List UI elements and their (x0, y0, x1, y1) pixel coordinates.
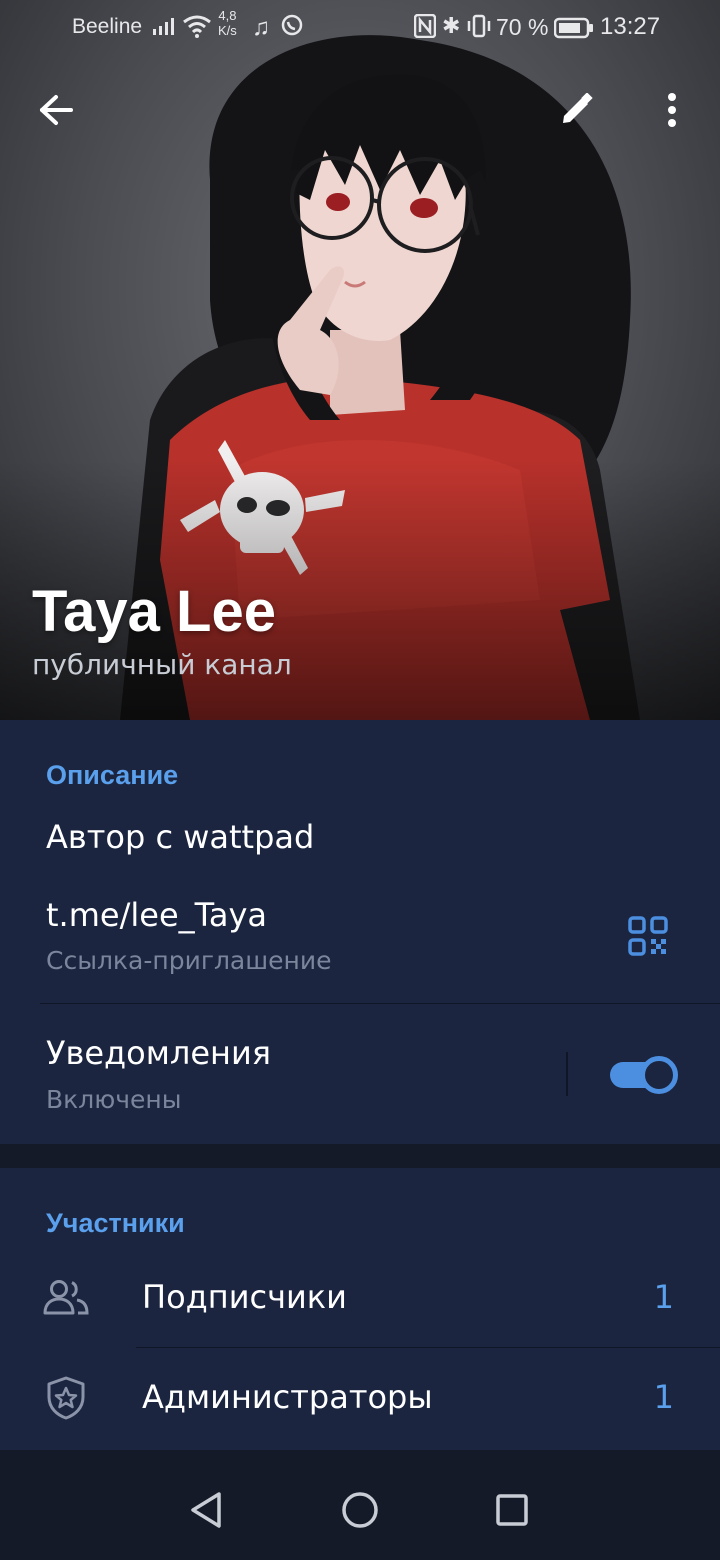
divider (40, 1003, 720, 1004)
more-options-button[interactable] (644, 82, 700, 138)
subscribers-label: Подписчики (142, 1278, 347, 1316)
toggle-knob (640, 1056, 678, 1094)
wifi-icon (182, 14, 212, 44)
whatsapp-icon (281, 14, 303, 42)
notifications-label[interactable]: Уведомления (46, 1034, 271, 1072)
battery-icon (553, 17, 594, 45)
nav-back-button[interactable] (176, 1480, 236, 1540)
channel-type-label: публичный канал (32, 648, 292, 681)
administrators-row[interactable]: Администраторы 1 (0, 1350, 720, 1446)
invite-link[interactable]: t.me/lee_Taya (46, 896, 267, 934)
qr-code-icon (628, 916, 668, 956)
profile-cover: Beeline 4,8 K/s ♫ ✱ 70 % 13:27 Taya Lee … (0, 0, 720, 720)
triangle-back-icon (191, 1492, 221, 1528)
notifications-toggle[interactable] (610, 1056, 678, 1094)
subscribers-row[interactable]: Подписчики 1 (0, 1250, 720, 1346)
signal-icon (152, 16, 176, 42)
divider (136, 1347, 720, 1348)
bluetooth-icon: ✱ (442, 13, 461, 38)
channel-title: Taya Lee (32, 579, 276, 644)
nav-recents-button[interactable] (482, 1480, 542, 1540)
vibrate-icon (466, 14, 492, 44)
section-gap (0, 1144, 720, 1168)
back-button[interactable] (28, 82, 84, 138)
members-section: Участники Подписчики 1 Администраторы 1 (0, 1168, 720, 1450)
shield-star-icon (40, 1372, 92, 1424)
clock: 13:27 (600, 13, 661, 40)
square-recents-icon (496, 1494, 528, 1526)
channel-description[interactable]: Автор с wattpad (46, 818, 314, 856)
invite-link-caption: Ссылка-приглашение (46, 946, 332, 975)
network-speed-unit: K/s (218, 23, 237, 38)
carrier-name: Beeline (72, 15, 143, 38)
network-speed: 4,8 K/s (218, 8, 237, 38)
description-section-title: Описание (46, 760, 179, 790)
status-bar: Beeline 4,8 K/s ♫ ✱ 70 % 13:27 (0, 0, 720, 56)
administrators-label: Администраторы (142, 1378, 433, 1416)
notifications-state: Включены (46, 1085, 182, 1114)
edit-button[interactable] (548, 82, 604, 138)
administrators-count: 1 (653, 1378, 674, 1416)
pencil-icon (563, 93, 593, 123)
circle-home-icon (342, 1492, 378, 1528)
nfc-icon (413, 13, 437, 44)
subscribers-count: 1 (653, 1278, 674, 1316)
notifications-separator (566, 1052, 568, 1096)
dots-vertical-icon (668, 93, 676, 127)
music-icon: ♫ (252, 14, 270, 41)
system-navigation-bar (0, 1450, 720, 1560)
channel-info-section: Описание Автор с wattpad t.me/lee_Taya С… (0, 720, 720, 1144)
arrow-left-icon (40, 95, 73, 125)
members-section-title: Участники (46, 1208, 185, 1238)
network-speed-value: 4,8 (218, 8, 237, 23)
battery-percent: 70 % (496, 14, 549, 40)
qr-code-button[interactable] (622, 910, 674, 962)
people-icon (40, 1272, 92, 1324)
nav-home-button[interactable] (330, 1480, 390, 1540)
